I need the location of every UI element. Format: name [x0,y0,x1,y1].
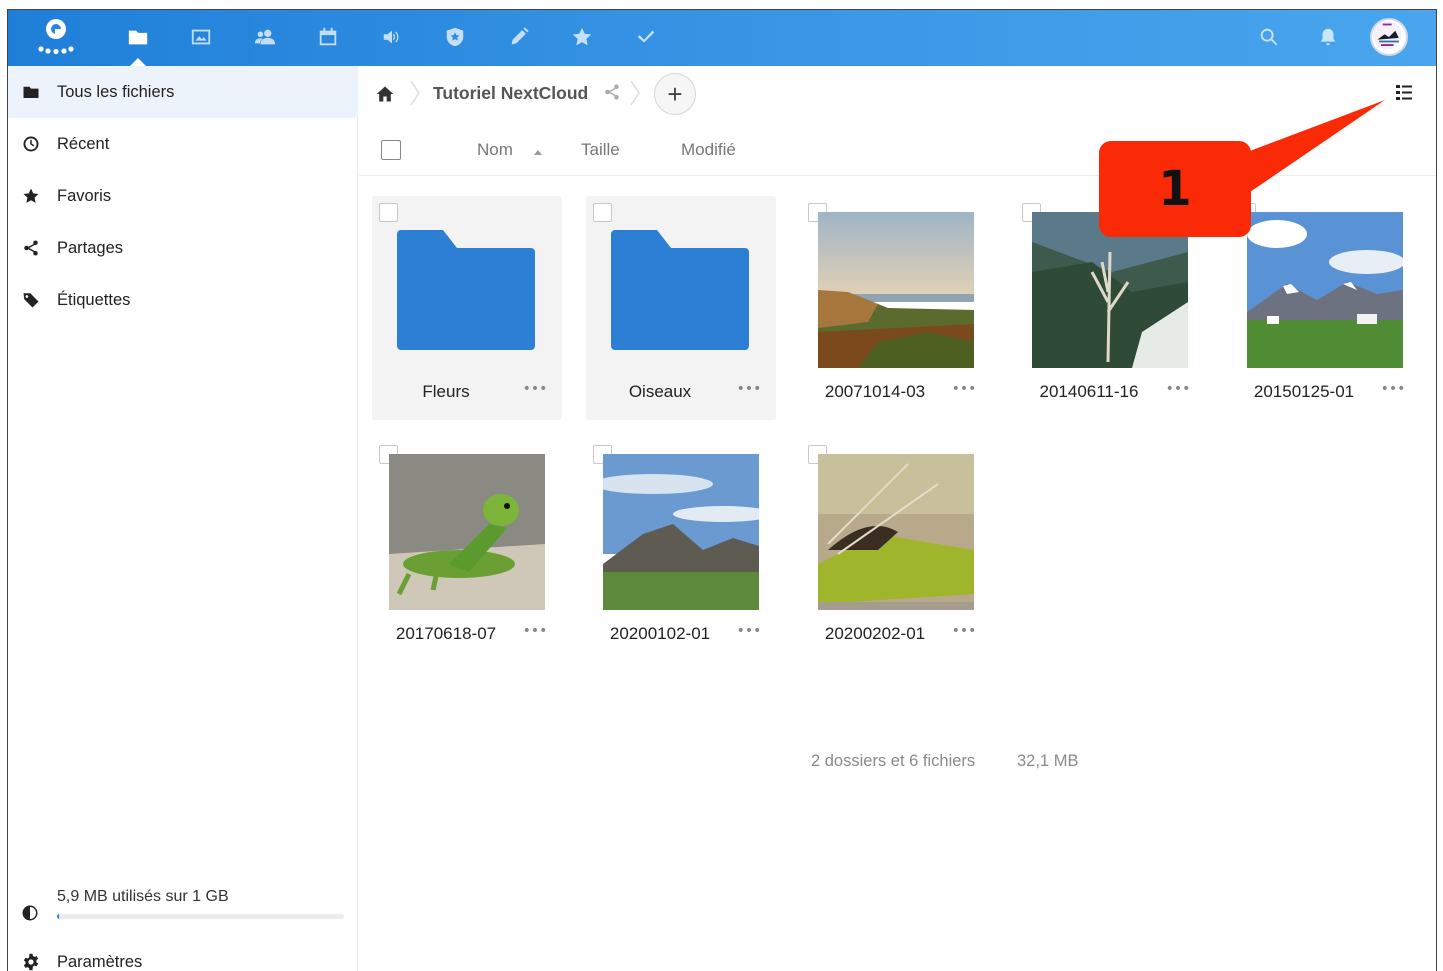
file-tile-image[interactable]: 20071014-03 ••• [801,196,991,420]
column-modified[interactable]: Modifié [681,140,736,160]
more-options-icon[interactable]: ••• [951,623,977,643]
pie-chart-icon [21,904,39,926]
sidebar-item-label: Favoris [57,186,112,205]
sidebar-item-all-files[interactable]: Tous les fichiers [8,66,358,118]
more-options-icon[interactable]: ••• [1165,381,1191,401]
add-new-button[interactable]: + [654,73,696,115]
file-name[interactable]: 20200202-01 [801,624,949,644]
sidebar-item-tags[interactable]: Étiquettes [8,274,358,326]
image-icon[interactable] [186,22,216,52]
column-size[interactable]: Taille [581,140,620,160]
settings-label: Paramètres [57,952,143,971]
file-name[interactable]: Oiseaux [586,382,734,402]
star-icon [8,187,54,205]
file-name[interactable]: 20200102-01 [586,624,734,644]
annotation-callout: 1 [1099,141,1251,237]
column-name[interactable]: Nom [477,140,513,160]
top-bar [8,10,1436,66]
file-tile-image[interactable]: 20200102-01 ••• [586,438,776,662]
breadcrumb-separator [630,80,640,106]
sidebar-item-recent[interactable]: Récent [8,118,358,170]
file-tile-folder[interactable]: Oiseaux ••• [586,196,776,420]
star-icon[interactable] [567,22,597,52]
clock-icon [8,135,54,153]
more-options-icon[interactable]: ••• [1380,381,1406,401]
shield-icon[interactable] [440,22,470,52]
bell-icon[interactable] [1313,22,1343,52]
select-checkbox[interactable] [379,203,398,222]
photo-thumbnail [1247,212,1403,368]
pencil-icon[interactable] [504,22,534,52]
photo-thumbnail [818,454,974,610]
sidebar: Tous les fichiers Récent Favoris Partage… [8,66,358,971]
sidebar-item-shares[interactable]: Partages [8,222,358,274]
sidebar-item-label: Étiquettes [57,290,131,309]
more-options-icon[interactable]: ••• [736,623,762,643]
settings-button[interactable]: Paramètres [8,942,358,971]
photo-thumbnail [818,212,974,368]
quota-bar-fill [57,914,59,919]
storage-quota: 5,9 MB utilisés sur 1 GB [8,886,358,930]
file-name[interactable]: 20071014-03 [801,382,949,402]
file-name[interactable]: Fleurs [372,382,520,402]
more-options-icon[interactable]: ••• [522,623,548,643]
file-name[interactable]: 20170618-07 [372,624,520,644]
active-app-indicator [130,58,146,66]
folder-icon [397,230,535,350]
select-checkbox[interactable] [593,203,612,222]
breadcrumb-current-folder[interactable]: Tutoriel NextCloud [433,83,588,104]
sidebar-item-label: Partages [57,238,124,257]
tag-icon [8,291,54,309]
file-name[interactable]: 20140611-16 [1015,382,1163,402]
sort-ascending-icon [534,150,542,155]
search-icon[interactable] [1254,22,1284,52]
quota-bar [57,914,344,919]
calendar-icon[interactable] [313,22,343,52]
share-icon[interactable] [603,83,621,105]
summary-counts: 2 dossiers et 6 fichiers [811,752,976,770]
photo-thumbnail [603,454,759,610]
avatar[interactable] [1370,18,1408,56]
contacts-icon[interactable] [250,22,280,52]
file-tile-image[interactable]: 20170618-07 ••• [372,438,562,662]
summary-size: 32,1 MB [1017,752,1079,770]
gear-icon [8,953,54,971]
select-all-checkbox[interactable] [381,140,401,160]
more-options-icon[interactable]: ••• [951,381,977,401]
file-tile-image[interactable]: 20150125-01 ••• [1230,196,1420,420]
more-options-icon[interactable]: ••• [736,381,762,401]
speaker-icon[interactable] [377,22,407,52]
file-tile-image[interactable]: 20200202-01 ••• [801,438,991,662]
file-name[interactable]: 20150125-01 [1230,382,1378,402]
folder-icon[interactable] [123,22,153,52]
folder-icon [611,230,749,350]
checkmark-icon[interactable] [631,22,661,52]
sidebar-item-favorites[interactable]: Favoris [8,170,358,222]
share-icon [8,239,54,257]
folder-icon [8,83,54,101]
nextcloud-logo[interactable] [34,15,78,59]
quota-label: 5,9 MB utilisés sur 1 GB [57,888,229,905]
sidebar-item-label: Tous les fichiers [57,82,175,101]
more-options-icon[interactable]: ••• [522,381,548,401]
home-icon[interactable] [375,84,395,108]
sidebar-item-label: Récent [57,134,110,153]
breadcrumb-separator [410,80,420,106]
file-tile-folder[interactable]: Fleurs ••• [372,196,562,420]
photo-thumbnail [389,454,545,610]
